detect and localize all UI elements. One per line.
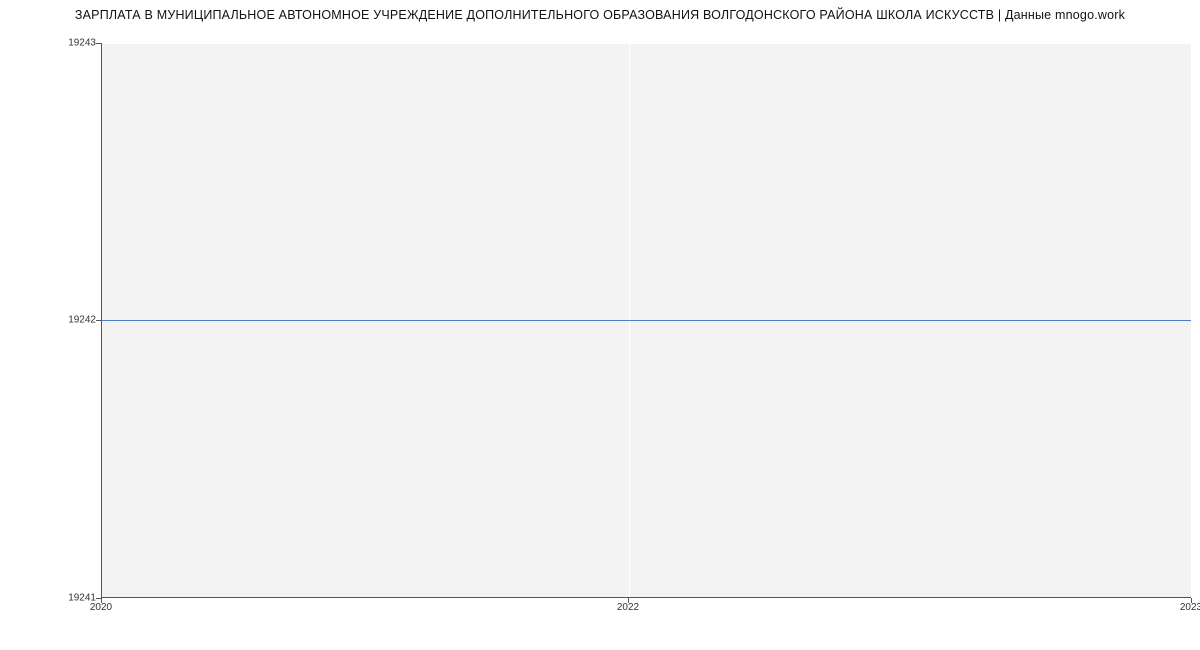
salary-line-chart: ЗАРПЛАТА В МУНИЦИПАЛЬНОЕ АВТОНОМНОЕ УЧРЕ…: [0, 0, 1200, 650]
y-tick-label: 19241: [36, 593, 96, 604]
plot-area: [101, 43, 1191, 598]
axis-tick-mark: [101, 598, 102, 603]
x-tick-label: 2020: [90, 602, 112, 613]
x-tick-label: 2023: [1180, 602, 1200, 613]
axis-tick-mark: [628, 598, 629, 603]
salary-series-line: [102, 320, 1191, 321]
axis-tick-mark: [1191, 598, 1192, 603]
gridline-horizontal: [102, 43, 1191, 44]
gridline-vertical: [1191, 43, 1192, 597]
x-tick-label: 2022: [617, 602, 639, 613]
chart-title: ЗАРПЛАТА В МУНИЦИПАЛЬНОЕ АВТОНОМНОЕ УЧРЕ…: [0, 8, 1200, 22]
y-tick-label: 19242: [36, 315, 96, 326]
y-tick-label: 19243: [36, 38, 96, 49]
